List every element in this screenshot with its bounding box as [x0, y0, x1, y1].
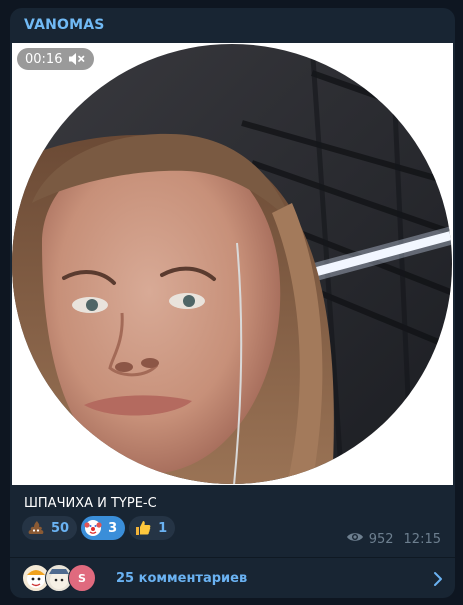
post-meta: 952 12:15	[346, 531, 441, 547]
reaction-clown[interactable]: 3	[81, 516, 126, 540]
reaction-poop[interactable]: 50	[22, 516, 78, 540]
reaction-count: 3	[108, 520, 118, 536]
reaction-count: 50	[51, 520, 70, 536]
video-frame	[12, 44, 452, 484]
channel-post: VANOMAS 00:16 ШПАЧИХА И TYPE-C 50 3 1 95…	[10, 8, 455, 598]
reaction-count: 1	[158, 520, 168, 536]
channel-name[interactable]: VANOMAS	[24, 17, 105, 33]
post-time: 12:15	[403, 531, 441, 547]
post-caption: ШПАЧИХА И TYPE-C	[24, 496, 157, 511]
video-duration-badge[interactable]: 00:16	[17, 48, 95, 70]
eye-icon	[346, 531, 364, 547]
comments-count-link[interactable]: 25 комментариев	[116, 571, 247, 586]
avatar-initial: S	[68, 564, 96, 592]
poop-emoji-icon	[28, 521, 44, 534]
video-duration: 00:16	[25, 51, 63, 67]
reaction-thumbs-up[interactable]: 1	[129, 516, 176, 540]
video-message[interactable]: 00:16	[12, 43, 453, 485]
chevron-right-icon[interactable]	[433, 571, 443, 591]
view-count: 952	[368, 531, 394, 547]
muted-speaker-icon[interactable]	[68, 52, 86, 66]
comments-bar[interactable]: S 25 комментариев	[10, 558, 455, 598]
commenter-avatars: S	[22, 564, 102, 592]
reactions-bar: 50 3 1	[22, 516, 176, 540]
thumbs-up-emoji-icon	[136, 521, 151, 535]
clown-emoji-icon	[84, 520, 102, 536]
